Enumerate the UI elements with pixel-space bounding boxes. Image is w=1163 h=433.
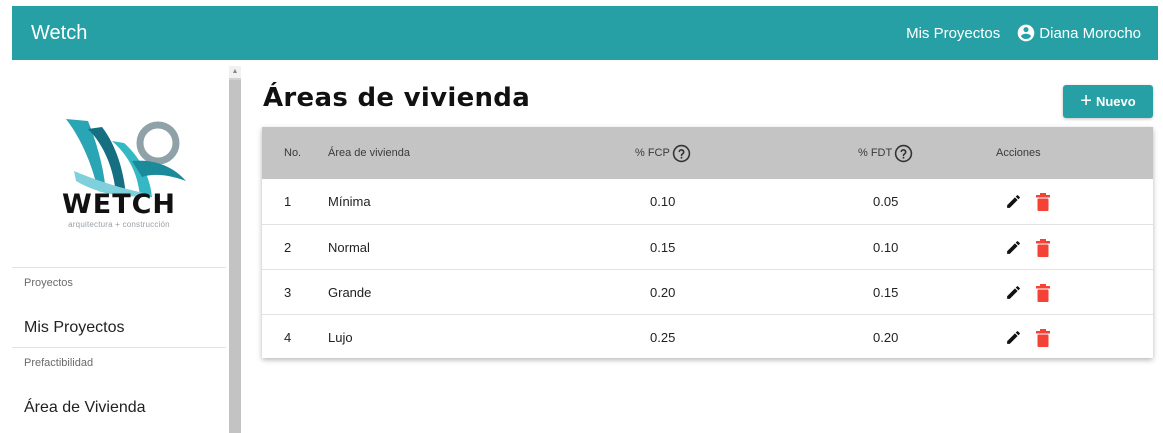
table-row: 3 Grande 0.20 0.15 — [262, 269, 1153, 315]
cell-no: 2 — [284, 240, 292, 255]
sidebar-scrollbar[interactable]: ▲ — [229, 66, 241, 433]
logo-subtitle: arquitectura + construcción — [68, 220, 170, 229]
table-header: No. Área de vivienda % FCP % FDT Accione… — [262, 127, 1153, 179]
row-actions — [1005, 225, 1050, 270]
column-header-actions: Acciones — [996, 147, 1041, 159]
cell-fdt: 0.10 — [873, 240, 899, 255]
sidebar-section-projects: Proyectos — [24, 277, 73, 289]
cell-no: 4 — [284, 330, 292, 345]
top-nav: Mis Proyectos Diana Morocho — [906, 23, 1141, 43]
logo-wordmark: WETCH — [61, 189, 177, 220]
row-actions — [1005, 270, 1050, 315]
help-circle-icon[interactable] — [672, 144, 691, 163]
pencil-icon[interactable] — [1005, 239, 1022, 256]
trash-icon[interactable] — [1036, 328, 1050, 347]
sidebar-item-my-projects[interactable]: Mis Proyectos — [24, 319, 124, 337]
trash-icon[interactable] — [1036, 283, 1050, 302]
column-header-fcp-label: % FCP — [635, 147, 670, 159]
new-button[interactable]: + Nuevo — [1063, 85, 1153, 118]
app-brand[interactable]: Wetch — [31, 22, 87, 45]
cell-fcp: 0.20 — [650, 285, 676, 300]
sidebar-divider — [12, 347, 226, 348]
column-header-area: Área de vivienda — [328, 147, 410, 159]
pencil-icon[interactable] — [1005, 284, 1022, 301]
user-menu[interactable]: Diana Morocho — [1016, 23, 1141, 43]
scroll-thumb[interactable] — [229, 80, 241, 433]
cell-fcp: 0.15 — [650, 240, 676, 255]
sidebar-section-prefeasibility: Prefactibilidad — [24, 357, 94, 369]
table-row: 2 Normal 0.15 0.10 — [262, 224, 1153, 270]
cell-fdt: 0.20 — [873, 330, 899, 345]
app-bar: Wetch Mis Proyectos Diana Morocho — [12, 6, 1158, 60]
cell-fcp: 0.10 — [650, 194, 676, 209]
cell-fdt: 0.15 — [873, 285, 899, 300]
plus-icon: + — [1080, 89, 1092, 112]
trash-icon[interactable] — [1036, 192, 1050, 211]
row-actions — [1005, 315, 1050, 360]
pencil-icon[interactable] — [1005, 193, 1022, 210]
help-circle-icon[interactable] — [894, 144, 913, 163]
sidebar-divider — [12, 267, 226, 268]
column-header-fdt: % FDT — [858, 127, 913, 179]
cell-no: 3 — [284, 285, 292, 300]
table-row: 1 Mínima 0.10 0.05 — [262, 179, 1153, 224]
cell-no: 1 — [284, 194, 292, 209]
cell-fdt: 0.05 — [873, 194, 899, 209]
column-header-fcp: % FCP — [635, 127, 691, 179]
trash-icon[interactable] — [1036, 238, 1050, 257]
column-header-no: No. — [284, 147, 302, 159]
housing-areas-table: No. Área de vivienda % FCP % FDT Accione… — [262, 127, 1153, 358]
scroll-up-arrow-icon[interactable]: ▲ — [229, 66, 241, 78]
table-row: 4 Lujo 0.25 0.20 — [262, 314, 1153, 360]
pencil-icon[interactable] — [1005, 329, 1022, 346]
column-header-fdt-label: % FDT — [858, 147, 893, 159]
cell-fcp: 0.25 — [650, 330, 676, 345]
account-circle-icon — [1017, 24, 1035, 42]
cell-area: Normal — [328, 240, 370, 255]
new-button-label: Nuevo — [1095, 94, 1136, 109]
cell-area: Lujo — [328, 330, 353, 345]
row-actions — [1005, 179, 1050, 224]
nav-my-projects-link[interactable]: Mis Proyectos — [906, 25, 1000, 42]
sidebar: WETCH arquitectura + construcción Proyec… — [12, 66, 226, 433]
cell-area: Grande — [328, 285, 372, 300]
cell-area: Mínima — [328, 194, 371, 209]
sidebar-item-housing-area[interactable]: Área de Vivienda — [24, 399, 146, 417]
user-name: Diana Morocho — [1039, 24, 1141, 42]
page-title: Áreas de vivienda — [263, 83, 531, 113]
